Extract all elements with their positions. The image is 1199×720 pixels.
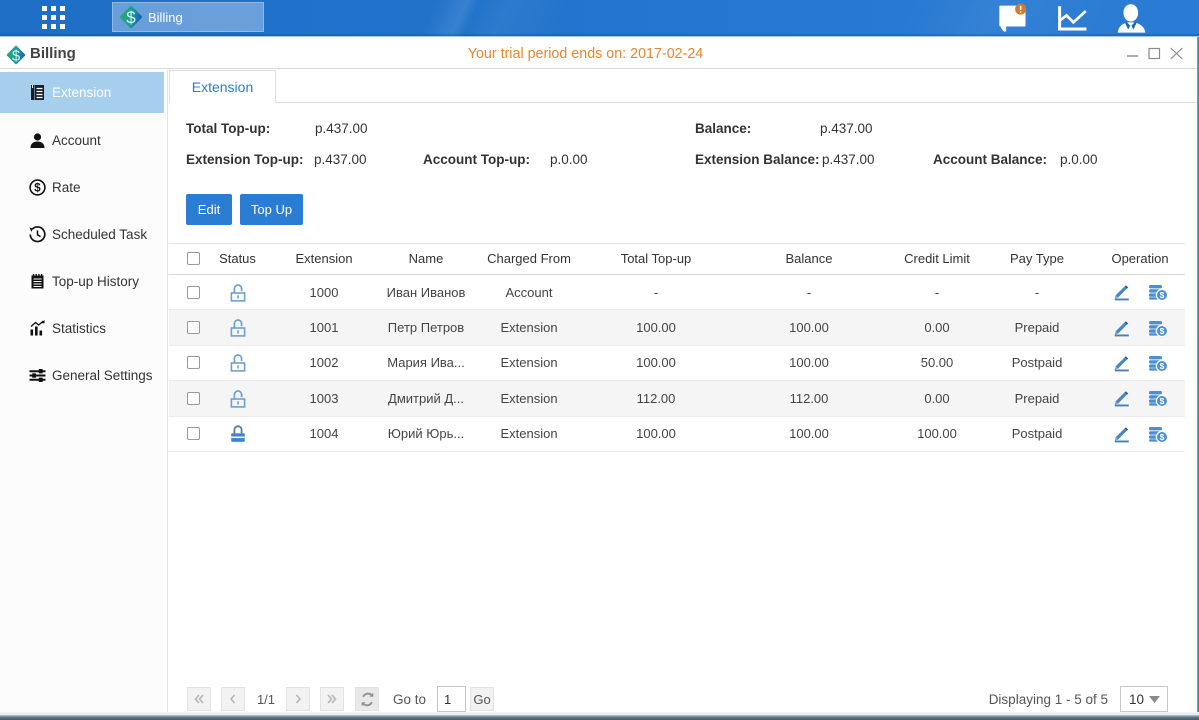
svg-text:$: $ <box>34 182 41 194</box>
svg-text:$: $ <box>1159 326 1164 336</box>
svg-text:$: $ <box>126 8 136 27</box>
svg-text:$: $ <box>1159 432 1164 442</box>
svg-text:$: $ <box>1159 361 1164 371</box>
svg-text:$: $ <box>1159 397 1164 407</box>
svg-text:$: $ <box>1159 290 1164 300</box>
